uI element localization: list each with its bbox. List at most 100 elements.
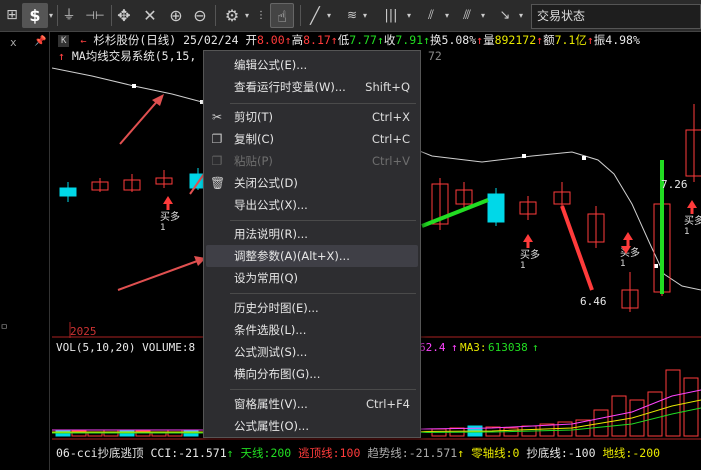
k-label[interactable]: K — [58, 34, 70, 47]
more-dots-icon[interactable]: ⋮ — [256, 3, 266, 28]
trading-state-field[interactable]: 交易状态 — [531, 4, 701, 29]
menu-item-copy[interactable]: ❐ 复制(C) Ctrl+C — [204, 128, 420, 150]
quote-date: 25/02/24 — [183, 33, 239, 47]
buy-signal-count: 1 — [160, 223, 166, 233]
qushi-value: 趋势线:-21.571 — [367, 446, 458, 460]
annotation-arrow-2 — [117, 259, 201, 291]
candle-body — [487, 193, 505, 223]
volume-value: 892172 — [494, 33, 537, 47]
trend-icon[interactable]: ↘ — [494, 3, 516, 28]
low-value: 7.77 — [349, 33, 377, 47]
candle-body — [59, 187, 77, 197]
left-panel: x 📌 ㅁ — [0, 32, 50, 470]
buy-signal-arrow — [163, 196, 173, 204]
fan-dropdown-icon[interactable]: ▾ — [442, 3, 452, 28]
cci-value: CCI:-21.571 — [150, 446, 227, 460]
line-draw-icon[interactable]: ╱ — [305, 3, 325, 28]
zoom-in-icon[interactable]: ⊕ — [166, 3, 186, 28]
trash-icon: 🗑 — [210, 176, 226, 190]
amplitude-label: 振 — [593, 33, 606, 47]
channel-icon[interactable]: ⫻ — [456, 3, 478, 28]
volume-bar — [647, 391, 663, 437]
buy-signal-stem — [626, 240, 630, 246]
high-value: 8.17 — [303, 33, 331, 47]
buy-signal-text: 买多 — [160, 210, 180, 223]
grid-icon[interactable]: ⊞ — [2, 3, 22, 28]
menu-item-usage[interactable]: 用法说明(R)... — [204, 223, 420, 245]
low-price-label: 6.46 — [580, 295, 607, 308]
buy-signal-arrow — [623, 232, 633, 240]
toolbar: ⊞ $ ▾ ⏚ ⊣⊢ ✥ ✕ ⊕ ⊖ ⚙ ▾ ⋮ ☝ ╱ ▾ ≋ ▾ ||| ▾… — [0, 0, 701, 32]
bars-dropdown-icon[interactable]: ▾ — [404, 3, 414, 28]
menu-item-paste[interactable]: ❐ 粘贴(P) Ctrl+V — [204, 150, 420, 172]
line-dropdown-icon[interactable]: ▾ — [324, 3, 334, 28]
menu-item-close-formula[interactable]: 🗑 关闭公式(D) — [204, 172, 420, 194]
volume-indicator-label[interactable]: VOL(5,10,20) VOLUME:8 — [56, 341, 195, 354]
pin-icon[interactable]: 📌 — [34, 36, 46, 47]
menu-item-edit-formula[interactable]: 编辑公式(E)... — [204, 54, 420, 76]
buy-signal-arrow — [687, 200, 697, 208]
dixian-value: 地线:-200 — [602, 446, 661, 460]
move-icon[interactable]: ✥ — [114, 3, 134, 28]
volume-label: 量 — [483, 33, 495, 47]
gear-dropdown-icon[interactable]: ▾ — [242, 3, 252, 28]
ma3-value: 613038 — [488, 341, 528, 354]
buy-signal-arrow — [523, 234, 533, 242]
menu-item-history-timeshare[interactable]: 历史分时图(E)... — [204, 297, 420, 319]
indicator-tail: 72 — [428, 49, 442, 63]
turnover-value: 5.08% — [441, 33, 477, 47]
menu-item-formula-test[interactable]: 公式测试(S)... — [204, 341, 420, 363]
menu-item-formula-props[interactable]: 公式属性(O)... — [204, 415, 420, 437]
menu-item-export-formula[interactable]: 导出公式(X)... — [204, 194, 420, 216]
dropdown-arrow-icon[interactable]: ▾ — [46, 3, 56, 28]
menu-item-cut[interactable]: ✂ 剪切(T) Ctrl+X — [204, 106, 420, 128]
ma2-value: 62.4 — [419, 341, 446, 354]
buy-signal-stem — [526, 242, 530, 248]
menu-item-pane-props[interactable]: 窗格属性(V)... Ctrl+F4 — [204, 393, 420, 415]
ma-dot — [522, 154, 526, 158]
dollar-button[interactable]: $ — [22, 3, 48, 28]
indicator-name[interactable]: MA均线交易系统(5,15, — [72, 49, 196, 63]
context-menu: 编辑公式(E)... 查看运行时变量(W)... Shift+Q ✂ 剪切(T) Ct… — [203, 50, 421, 438]
fib-dropdown-icon[interactable]: ▾ — [360, 3, 370, 28]
menu-item-condition-select[interactable]: 条件选股(L)... — [204, 319, 420, 341]
paste-icon: ❐ — [211, 154, 223, 168]
amount-label: 额 — [543, 33, 555, 47]
close-label: 收 — [383, 33, 396, 47]
open-value: 8.00 — [256, 33, 285, 47]
indicator-arrow-icon[interactable]: ↑ — [58, 49, 65, 63]
volume-bar — [665, 369, 681, 437]
buy-signal-text: 买多 — [684, 214, 701, 227]
buy-signal-count: 1 — [520, 261, 526, 271]
ruler-icon[interactable]: ⊣⊢ — [80, 3, 110, 28]
gear-icon[interactable]: ⚙ — [222, 3, 242, 28]
ma-dot — [654, 264, 658, 268]
menu-item-horizontal-dist[interactable]: 横向分布图(G)... — [204, 363, 420, 385]
channel-dropdown-icon[interactable]: ▾ — [478, 3, 488, 28]
ma-dot — [582, 156, 586, 160]
trend-dropdown-icon[interactable]: ▾ — [516, 3, 526, 28]
bars-icon[interactable]: ||| — [378, 3, 404, 28]
low-label: 低 — [337, 33, 350, 47]
hand-icon[interactable]: ☝ — [270, 3, 294, 28]
buy-signal-stem — [166, 204, 170, 210]
fibonacci-icon[interactable]: ≋ — [342, 3, 362, 28]
filter-icon[interactable]: ⏚ — [60, 3, 78, 28]
buy-signal-count: 1 — [620, 259, 626, 269]
crosshair-icon[interactable]: ✕ — [140, 3, 160, 28]
fan-icon[interactable]: ⫽ — [420, 3, 442, 28]
chaodi-value: 抄底线:-100 — [526, 446, 596, 460]
zoom-out-icon[interactable]: ⊖ — [190, 3, 210, 28]
prev-stock-icon[interactable]: ← — [80, 36, 86, 47]
year-label: 2025 — [70, 325, 97, 338]
turnover-label: 换 — [430, 33, 442, 47]
menu-item-set-common[interactable]: 设为常用(Q) — [204, 267, 420, 289]
linzhou-value: 零轴线:0 — [471, 446, 520, 460]
open-label: 开 — [245, 33, 257, 47]
close-icon[interactable]: x — [10, 36, 17, 49]
amount-value: 7.1亿 — [554, 33, 587, 47]
quote-header: K ← 杉杉股份(日线) 25/02/24 开8.00↑高8.17↑低7.77↑… — [52, 32, 701, 48]
cci-name[interactable]: 06-cci抄底逃顶 — [56, 446, 144, 460]
menu-item-view-runtime-vars[interactable]: 查看运行时变量(W)... Shift+Q — [204, 76, 420, 98]
menu-item-adjust-params[interactable]: 调整参数(A)(Alt+X)... — [206, 245, 418, 267]
